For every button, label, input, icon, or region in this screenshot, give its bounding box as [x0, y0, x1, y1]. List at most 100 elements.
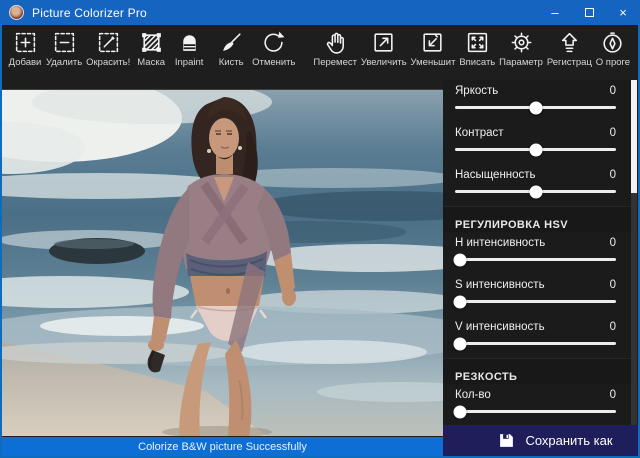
tool-label: Маска	[137, 57, 165, 68]
save-as-button[interactable]: Сохранить как	[443, 425, 638, 456]
hand-move-icon	[326, 32, 344, 54]
v-intensity-label: V интенсивность	[455, 320, 545, 333]
beach-photo	[2, 90, 443, 436]
s-intensity-slider-thumb[interactable]	[453, 295, 467, 308]
inpaint-button[interactable]: Inpaint	[170, 30, 208, 68]
slider-group-v-intensity: V интенсивность 0	[443, 316, 638, 358]
mask-icon	[141, 33, 161, 52]
slider-group-saturation: Насыщенность 0	[443, 164, 638, 206]
toolbar: Добави Удалить Окрасить! Маска Inpaint К…	[2, 25, 638, 80]
contrast-value: 0	[609, 126, 616, 139]
h-intensity-value: 0	[609, 236, 616, 249]
v-intensity-slider-thumb[interactable]	[453, 337, 467, 350]
zoom-in-icon	[374, 33, 393, 52]
settings-button[interactable]: Параметр	[497, 30, 545, 68]
tool-label: Увеличить	[360, 57, 407, 68]
tool-label: Inpaint	[174, 57, 204, 68]
inpaint-icon	[182, 35, 196, 51]
saturation-label: Насыщенность	[455, 168, 536, 181]
h-intensity-label: H интенсивность	[455, 236, 546, 249]
amount-slider[interactable]	[453, 405, 616, 418]
save-as-label: Сохранить как	[525, 433, 613, 448]
zoom-out-button[interactable]: Уменьшит	[409, 30, 458, 68]
saturation-value: 0	[609, 168, 616, 181]
save-floppy-icon	[500, 434, 514, 447]
zoom-in-button[interactable]: Увеличить	[359, 30, 409, 68]
move-button[interactable]: Перемест	[311, 30, 358, 68]
brightness-label: Яркость	[455, 84, 499, 97]
amount-slider-thumb[interactable]	[453, 405, 467, 418]
brightness-slider[interactable]	[455, 101, 616, 114]
tool-label: Окрасить!	[86, 57, 131, 68]
hsv-section-header: РЕГУЛИРОВКА HSV	[443, 206, 638, 232]
tool-label: Удалить	[45, 57, 83, 68]
amount-value: 0	[609, 388, 616, 401]
v-intensity-value: 0	[609, 320, 616, 333]
status-message: Colorize B&W picture Successfully	[138, 440, 307, 453]
brush-icon	[222, 33, 241, 51]
tool-label: О проге	[595, 57, 631, 68]
zoom-out-icon	[423, 33, 443, 52]
slider-group-h-intensity: H интенсивность 0	[443, 232, 638, 274]
app-logo-icon	[9, 5, 24, 20]
v-intensity-slider[interactable]	[453, 337, 616, 350]
brightness-slider-thumb[interactable]	[529, 101, 542, 114]
h-intensity-slider-thumb[interactable]	[453, 253, 467, 266]
amount-label: Кол-во	[455, 388, 491, 401]
sharpen-section-header: РЕЗКОСТЬ	[443, 358, 638, 384]
undo-icon	[264, 31, 285, 52]
tool-label: Отменить	[252, 57, 296, 68]
upgrade-arrow-icon	[561, 32, 577, 53]
minimize-button[interactable]: –	[538, 0, 572, 25]
sharpen-section-title: РЕЗКОСТЬ	[455, 371, 518, 383]
canvas-top-gap	[2, 80, 443, 90]
slider-group-brightness: Яркость 0	[443, 80, 638, 122]
compass-icon	[603, 32, 623, 53]
register-button[interactable]: Регистрац	[545, 30, 594, 68]
s-intensity-label: S интенсивность	[455, 278, 545, 291]
contrast-slider[interactable]	[455, 143, 616, 156]
close-button[interactable]: ×	[606, 0, 640, 25]
brightness-value: 0	[609, 84, 616, 97]
maximize-button[interactable]	[572, 0, 606, 25]
remove-button[interactable]: Удалить	[44, 30, 84, 68]
maximize-icon	[584, 8, 594, 17]
slider-group-amount: Кол-во 0	[443, 384, 638, 426]
sidebar-scrollbar-thumb[interactable]	[631, 80, 637, 193]
slider-group-contrast: Контраст 0	[443, 122, 638, 164]
tool-label: Регистрац	[546, 57, 592, 68]
fit-screen-icon	[467, 32, 487, 53]
window-controls: – ×	[538, 0, 640, 25]
sidebar-scrollbar[interactable]	[631, 80, 637, 425]
s-intensity-value: 0	[609, 278, 616, 291]
slider-group-s-intensity: S интенсивность 0	[443, 274, 638, 316]
fit-button[interactable]: Вписать	[457, 30, 497, 68]
mask-button[interactable]: Маска	[132, 30, 170, 68]
status-bar: Colorize B&W picture Successfully	[2, 437, 443, 456]
contrast-label: Контраст	[455, 126, 504, 139]
hsv-section-title: РЕГУЛИРОВКА HSV	[455, 219, 568, 231]
remove-selection-icon	[54, 32, 74, 53]
window-title: Picture Colorizer Pro	[32, 5, 147, 20]
saturation-slider[interactable]	[455, 185, 616, 198]
app-window: Picture Colorizer Pro – × Добави Удалить	[0, 0, 640, 458]
colorize-icon	[98, 32, 118, 53]
gear-icon	[511, 32, 531, 53]
add-button[interactable]: Добави	[6, 30, 44, 68]
tool-label: Вписать	[459, 57, 496, 68]
saturation-slider-thumb[interactable]	[529, 185, 542, 198]
tool-label: Добави	[8, 57, 42, 68]
title-bar: Picture Colorizer Pro – ×	[0, 0, 640, 25]
undo-button[interactable]: Отменить	[250, 30, 297, 68]
adjustments-panel: Яркость 0 Контраст 0 Насыщенность 0 РЕГУ…	[443, 80, 638, 425]
h-intensity-slider[interactable]	[453, 253, 616, 266]
colorize-button[interactable]: Окрасить!	[84, 30, 132, 68]
s-intensity-slider[interactable]	[453, 295, 616, 308]
canvas-area[interactable]	[2, 80, 443, 437]
about-button[interactable]: О проге	[594, 30, 632, 68]
contrast-slider-thumb[interactable]	[529, 143, 542, 156]
tool-label: Уменьшит	[410, 57, 456, 68]
brush-button[interactable]: Кисть	[212, 30, 250, 68]
tool-label: Параметр	[499, 57, 543, 68]
tool-label: Кисть	[218, 57, 244, 68]
